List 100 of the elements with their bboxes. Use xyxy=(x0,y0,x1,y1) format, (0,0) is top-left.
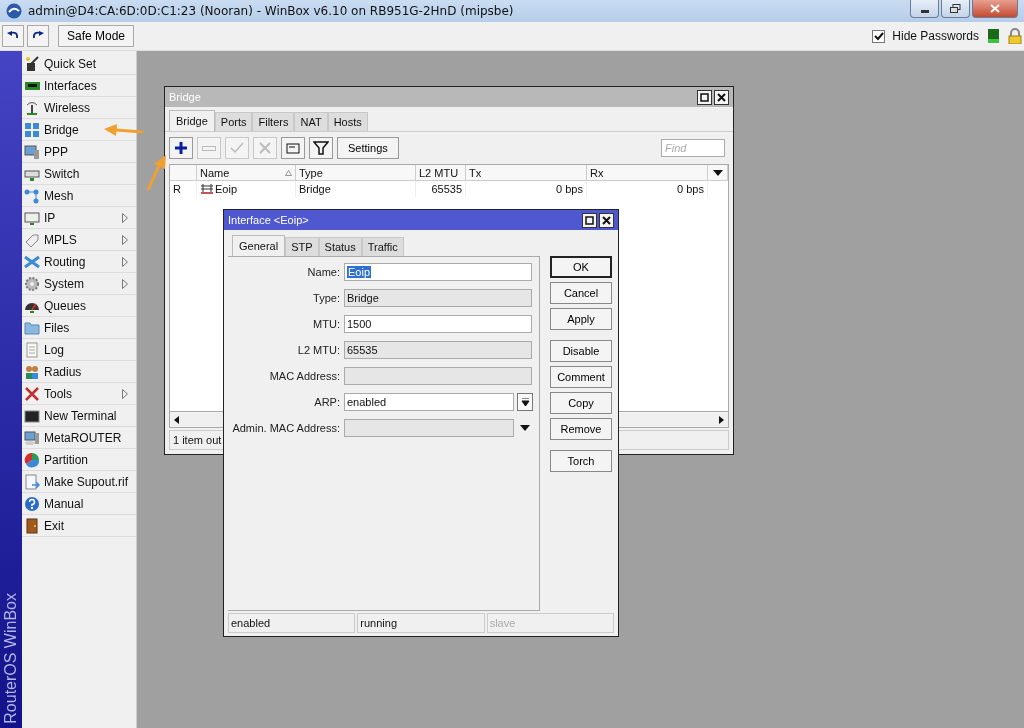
field-label: L2 MTU: xyxy=(296,344,341,356)
pie-chart-icon xyxy=(24,451,40,468)
table-cell: Eoip xyxy=(197,181,296,197)
sidebar-item[interactable]: Tools xyxy=(22,383,136,405)
dialog-button[interactable]: Remove xyxy=(550,418,612,440)
column-header[interactable]: Tx xyxy=(466,165,587,181)
sidebar-item[interactable]: Manual xyxy=(22,493,136,515)
dropdown-icon xyxy=(520,397,530,407)
dialog-button[interactable]: Comment xyxy=(550,366,612,388)
dialog-button[interactable]: Apply xyxy=(550,308,612,330)
table-cell: 0 bps xyxy=(466,181,587,197)
field-label: Type: xyxy=(312,292,341,304)
app-icon xyxy=(6,3,22,19)
sidebar-item[interactable]: Exit xyxy=(22,515,136,537)
column-header[interactable]: Type xyxy=(296,165,416,181)
minus-icon xyxy=(202,145,216,151)
sidebar-item[interactable]: Files xyxy=(22,317,136,339)
pointer-arrow xyxy=(146,155,168,191)
dropdown-button[interactable] xyxy=(517,393,533,411)
field-label: Admin. MAC Address: xyxy=(231,422,341,434)
restore-button[interactable] xyxy=(941,0,970,18)
column-header[interactable]: Name xyxy=(197,165,296,181)
tab[interactable]: Hosts xyxy=(327,112,368,131)
side-label: RouterOS WinBox xyxy=(2,593,20,724)
close-icon xyxy=(990,4,1000,13)
restore-icon xyxy=(950,4,961,13)
input-field[interactable]: Eoip xyxy=(344,263,532,281)
status-indicator-icon xyxy=(988,29,999,43)
close-button[interactable] xyxy=(714,89,729,105)
nodes-icon xyxy=(24,187,40,204)
antenna-icon xyxy=(24,99,40,116)
column-header[interactable]: L2 MTU xyxy=(416,165,466,181)
sidebar-item[interactable]: Queues xyxy=(22,295,136,317)
maximize-button[interactable] xyxy=(582,212,597,228)
input-field[interactable]: 1500 xyxy=(344,315,532,333)
sidebar-item[interactable]: Log xyxy=(22,339,136,361)
status-cell: enabled xyxy=(228,613,356,633)
sidebar-item[interactable]: MetaROUTER xyxy=(22,427,136,449)
safe-mode-button[interactable]: Safe Mode xyxy=(58,25,135,47)
readonly-field: Bridge xyxy=(344,289,532,307)
dialog-button[interactable]: Torch xyxy=(550,450,612,472)
tab[interactable]: Bridge xyxy=(169,110,215,131)
tab[interactable]: Ports xyxy=(214,112,253,131)
window-title: Bridge xyxy=(169,91,201,103)
sidebar-item[interactable]: Routing xyxy=(22,251,136,273)
minimize-button[interactable] xyxy=(910,0,939,18)
column-header[interactable]: Rx xyxy=(587,165,708,181)
field-label: MAC Address: xyxy=(268,370,341,382)
sidebar-item[interactable]: Interfaces xyxy=(22,75,136,97)
find-field[interactable]: Find xyxy=(661,139,725,157)
dropdown-field[interactable]: enabled xyxy=(344,393,514,411)
sidebar-item[interactable]: IP xyxy=(22,207,136,229)
window-title: Interface <Eoip> xyxy=(228,214,309,226)
tab[interactable]: STP xyxy=(285,237,319,256)
sidebar-item[interactable]: Wireless xyxy=(22,97,136,119)
field-label: MTU: xyxy=(312,318,341,330)
redo-button[interactable] xyxy=(27,25,49,47)
sidebar-item[interactable]: Make Supout.rif xyxy=(22,471,136,493)
undo-icon xyxy=(7,31,19,41)
tab[interactable]: Filters xyxy=(252,112,295,131)
maximize-icon xyxy=(585,215,594,225)
dropdown-arrow-icon[interactable] xyxy=(520,425,530,431)
table-cell: Bridge xyxy=(296,181,416,197)
tab[interactable]: NAT xyxy=(294,112,328,131)
close-icon xyxy=(602,215,611,225)
sidebar-item[interactable]: Switch xyxy=(22,163,136,185)
bridge-icon xyxy=(200,184,214,194)
dialog-button[interactable]: Cancel xyxy=(550,282,612,304)
tab[interactable]: Status xyxy=(318,237,362,256)
status-cell: slave xyxy=(486,613,614,633)
field-label: ARP: xyxy=(313,396,341,408)
sidebar-item[interactable]: System xyxy=(22,273,136,295)
tab[interactable]: Traffic xyxy=(361,237,404,256)
maximize-button[interactable] xyxy=(697,89,712,105)
table-cell: 65535 xyxy=(416,181,466,197)
undo-button[interactable] xyxy=(2,25,24,47)
combo-field[interactable] xyxy=(344,419,514,437)
columns-menu-button[interactable] xyxy=(708,165,728,181)
sidebar-item[interactable]: Mesh xyxy=(22,185,136,207)
redo-icon xyxy=(32,31,44,41)
sidebar-item[interactable]: New Terminal xyxy=(22,405,136,427)
add-button[interactable] xyxy=(169,137,193,159)
readonly-field: 65535 xyxy=(344,341,532,359)
dialog-button[interactable]: Disable xyxy=(550,340,612,362)
pointer-arrow xyxy=(104,123,144,137)
sidebar-item[interactable]: MPLS xyxy=(22,229,136,251)
filter-button[interactable] xyxy=(309,137,333,159)
window-title: admin@D4:CA:6D:0D:C1:23 (Nooran) - WinBox v6.10 on RB951G-2HnD (mipsbe) xyxy=(28,4,514,18)
settings-button[interactable]: Settings xyxy=(337,137,399,159)
dialog-button[interactable]: Copy xyxy=(550,392,612,414)
sidebar-item[interactable]: PPP xyxy=(22,141,136,163)
close-button[interactable] xyxy=(599,212,614,228)
sidebar-item[interactable]: Radius xyxy=(22,361,136,383)
dialog-button[interactable]: OK xyxy=(550,256,612,278)
tab[interactable]: General xyxy=(232,235,286,256)
checkbox[interactable] xyxy=(872,29,886,43)
sidebar-item[interactable]: Partition xyxy=(22,449,136,471)
table-cell: R xyxy=(170,181,197,197)
sidebar-item[interactable]: Quick Set xyxy=(22,53,136,75)
plus-icon xyxy=(173,140,189,156)
